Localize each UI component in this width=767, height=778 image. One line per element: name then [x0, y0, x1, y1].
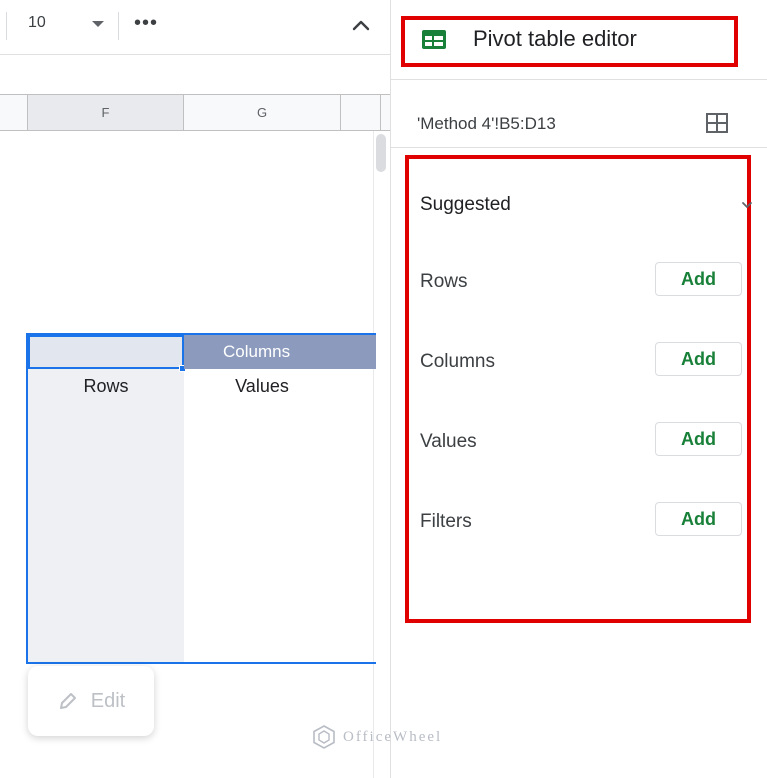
spreadsheet-area: 10 ••• F G Columns Rows Values Edit — [0, 0, 390, 778]
column-header[interactable] — [0, 95, 28, 130]
font-size-value[interactable]: 10 — [28, 14, 46, 32]
add-columns-button[interactable]: Add — [655, 342, 742, 376]
sheets-icon — [422, 30, 446, 49]
pivot-values-label: Values — [235, 376, 289, 396]
add-rows-button[interactable]: Add — [655, 262, 742, 296]
edit-label: Edit — [90, 689, 126, 712]
data-range-row: 'Method 4'!B5:D13 — [391, 100, 767, 148]
chevron-down-icon[interactable] — [740, 198, 754, 212]
column-header-f[interactable]: F — [28, 95, 184, 130]
add-values-button[interactable]: Add — [655, 422, 742, 456]
caret-down-icon[interactable] — [92, 21, 104, 27]
values-section-label: Values — [420, 431, 477, 452]
pencil-icon — [59, 693, 76, 709]
watermark: OfficeWheel — [311, 724, 442, 750]
edit-pivot-button[interactable]: Edit — [28, 666, 154, 736]
data-range-text: 'Method 4'!B5:D13 — [417, 114, 556, 133]
toolbar-divider — [118, 12, 119, 40]
pivot-table-editor-panel: Pivot table editor 'Method 4'!B5:D13 Sug… — [390, 0, 767, 778]
columns-section-label: Columns — [420, 351, 495, 372]
scrollbar-thumb[interactable] — [376, 134, 386, 172]
filters-section-label: Filters — [420, 511, 472, 532]
fields-highlight-box — [405, 155, 751, 623]
chevron-up-icon[interactable] — [350, 14, 372, 36]
more-icon[interactable]: ••• — [134, 12, 158, 35]
logo-icon — [313, 725, 335, 749]
suggested-label[interactable]: Suggested — [420, 194, 511, 216]
selected-cell[interactable] — [28, 335, 184, 369]
column-header-row: F G — [0, 94, 390, 131]
toolbar: 10 ••• — [0, 0, 390, 55]
grid-select-icon[interactable] — [705, 112, 729, 134]
watermark-text: OfficeWheel — [343, 728, 443, 745]
rows-section-label: Rows — [420, 271, 468, 292]
pivot-rows-label: Rows — [83, 376, 129, 396]
pivot-table-placeholder[interactable]: Columns Rows Values — [26, 333, 376, 664]
pivot-columns-header: Columns — [184, 335, 376, 369]
column-header[interactable] — [341, 95, 381, 130]
toolbar-divider — [6, 12, 7, 40]
editor-header: Pivot table editor — [391, 0, 767, 80]
add-filters-button[interactable]: Add — [655, 502, 742, 536]
editor-title: Pivot table editor — [473, 26, 637, 51]
column-header-g[interactable]: G — [184, 95, 341, 130]
